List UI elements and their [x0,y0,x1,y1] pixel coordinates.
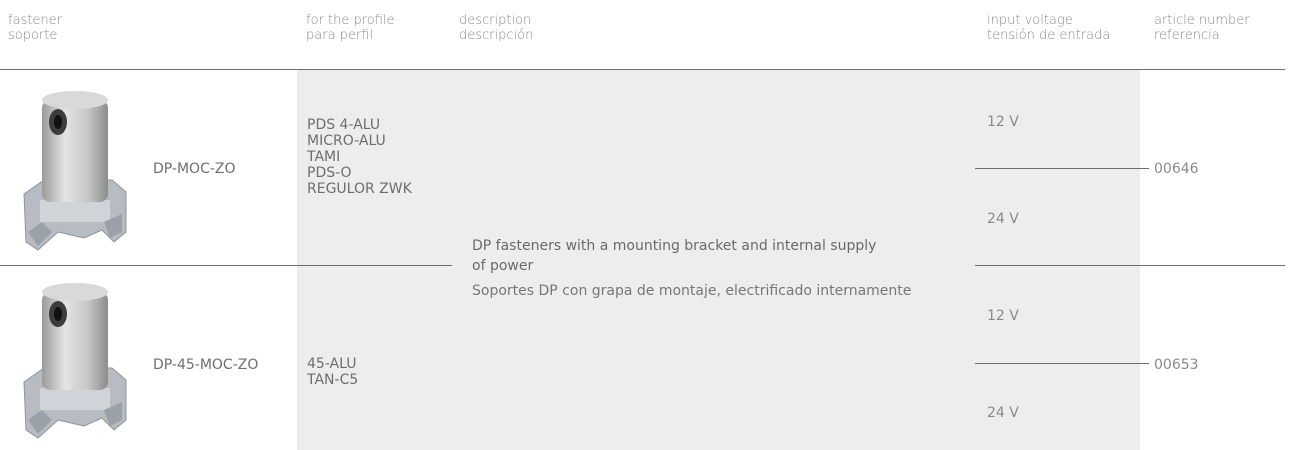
article-leader-line [1140,168,1149,169]
profile-item: TAMI [307,149,341,165]
product-model: DP-45-MOC-ZO [153,357,259,373]
header-article-es: referencia [1154,28,1220,43]
header-divider [0,69,1285,70]
voltage-divider-row1 [975,168,1140,169]
header-voltage: input voltage tensión de entrada [987,13,1110,43]
voltage-value: 24 V [987,211,1019,227]
header-voltage-en: input voltage [987,13,1073,28]
header-description-en: description [459,13,532,28]
product-description: DP fasteners with a mounting bracket and… [472,236,962,300]
header-voltage-es: tensión de entrada [987,28,1111,43]
product-model: DP-MOC-ZO [153,161,236,177]
fastener-product-image [23,283,127,439]
article-number: 00653 [1154,357,1199,373]
header-profile: for the profile para perfil [306,13,395,43]
voltage-value: 12 V [987,308,1019,324]
profile-list: PDS 4-ALU MICRO-ALU TAMI PDS-O REGULOR Z… [307,117,412,197]
article-number: 00646 [1154,161,1199,177]
header-article: article number referencia [1154,13,1250,43]
header-description-es: descripción [459,28,534,43]
voltage-value: 12 V [987,114,1019,130]
profile-item: MICRO-ALU [307,133,386,149]
header-profile-es: para perfil [306,28,374,43]
header-fastener: fastener soporte [8,13,62,43]
voltage-divider-row2 [975,363,1140,364]
fastener-product-image [23,91,127,251]
product-table-page: { "headers": { "fastener": "fastener", "… [0,0,1289,450]
voltage-value: 24 V [987,405,1019,421]
profile-item: PDS-O [307,165,352,181]
header-description: description descripción [459,13,533,43]
profile-item: TAN-C5 [307,372,359,388]
profile-item: 45-ALU [307,356,357,372]
header-fastener-es: soporte [8,28,58,43]
description-en-line1: DP fasteners with a mounting bracket and… [472,238,877,254]
article-leader-line [1140,363,1149,364]
profile-item: REGULOR ZWK [307,181,412,197]
header-profile-en: for the profile [306,13,395,28]
description-en-line2: of power [472,258,534,274]
header-article-en: article number [1154,13,1250,28]
description-es: Soportes DP con grapa de montaje, electr… [472,283,912,299]
row-divider-left [0,265,452,266]
profile-list: 45-ALU TAN-C5 [307,356,358,388]
row-divider-right [975,265,1285,266]
header-fastener-en: fastener [8,13,62,28]
profile-item: PDS 4-ALU [307,117,381,133]
